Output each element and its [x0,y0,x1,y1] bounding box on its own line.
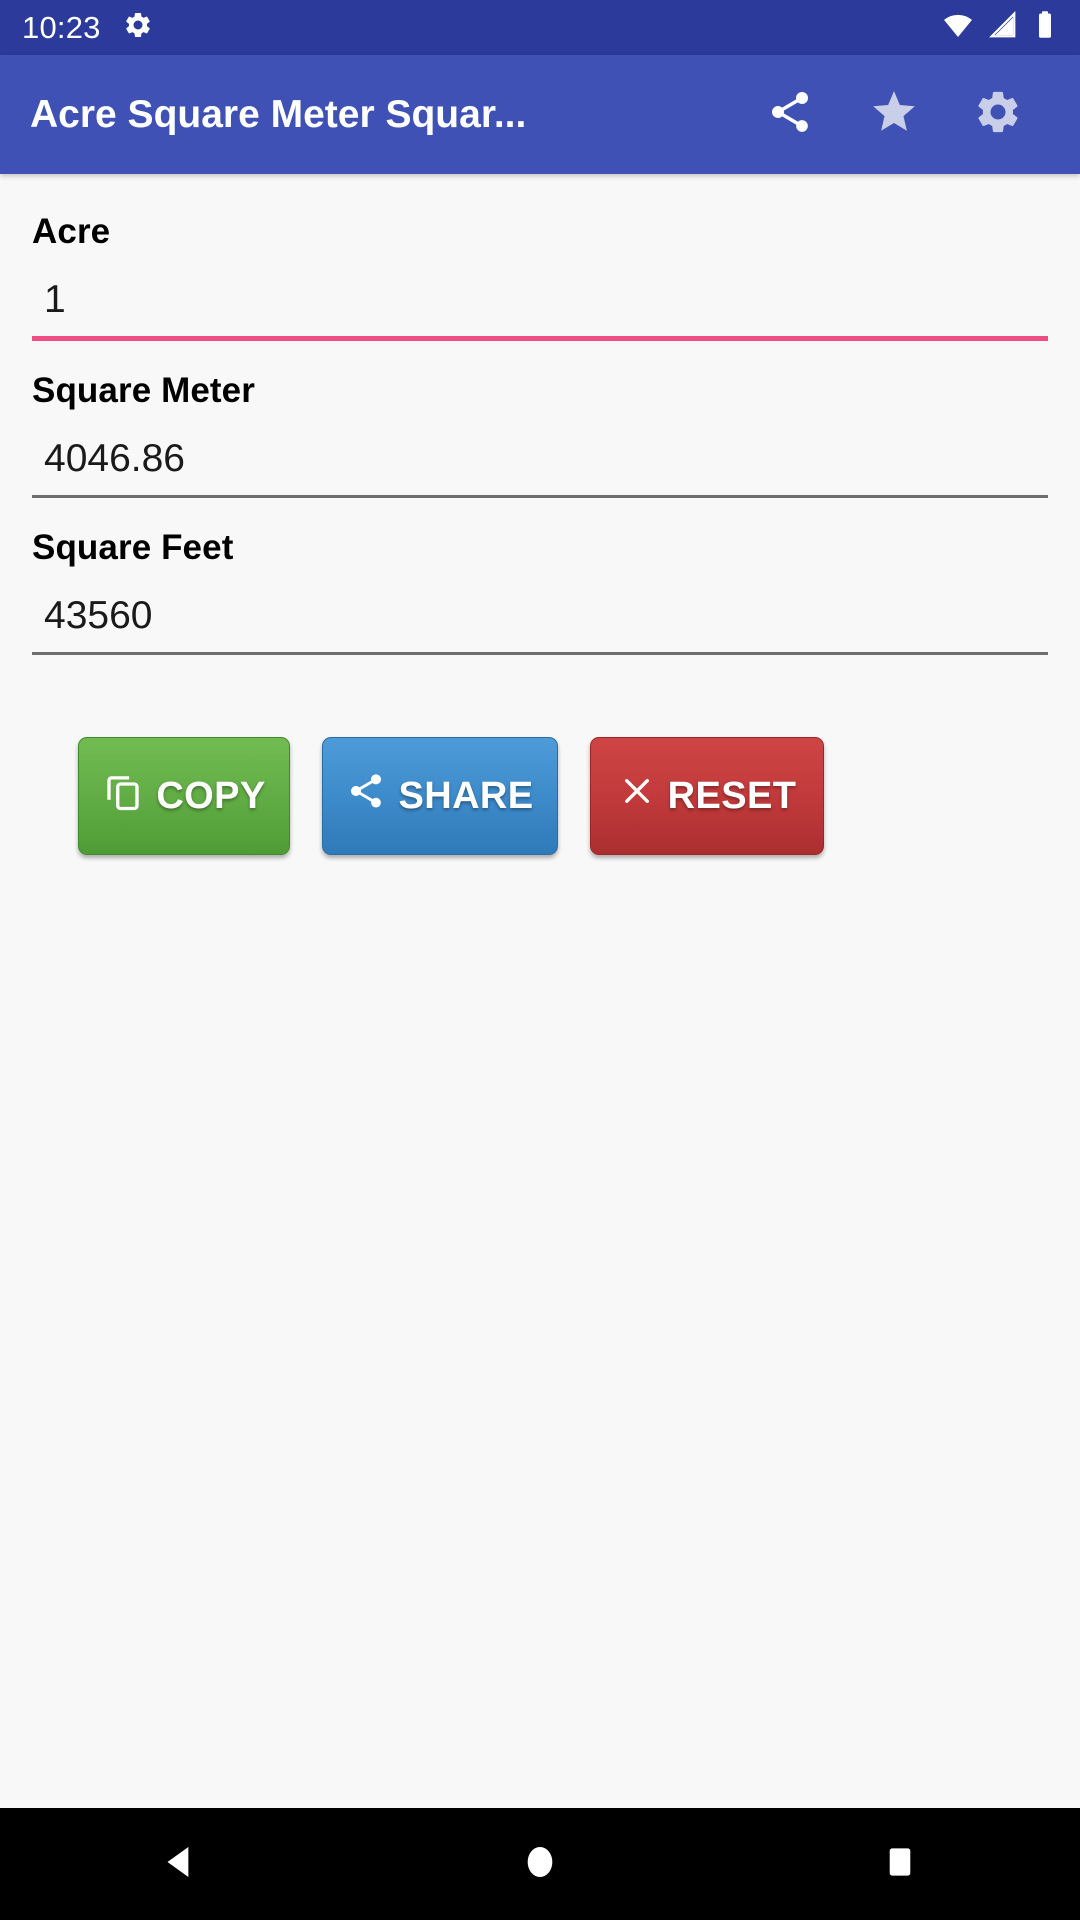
share-button-label: SHARE [398,774,534,817]
home-button[interactable] [465,1808,615,1920]
share-button-main[interactable]: SHARE [322,737,558,855]
action-button-row: COPY SHARE RESET [32,685,1048,855]
back-button[interactable] [105,1808,255,1920]
share-icon [766,88,814,141]
app-bar-actions [738,63,1050,167]
copy-button-label: COPY [156,774,266,817]
copy-button[interactable]: COPY [78,737,290,855]
app-screen: 10:23 Acre Square Meter Squar... Acre 1 … [0,0,1080,1920]
battery-icon [1032,10,1058,45]
field-acre: Acre [32,212,1048,341]
share-button[interactable] [738,63,842,167]
square-meter-input-underline [32,495,1048,498]
app-title: Acre Square Meter Squar... [30,92,527,136]
acre-input[interactable] [32,278,1048,336]
app-bar: Acre Square Meter Squar... [0,55,1080,174]
status-clock: 10:23 [22,9,101,45]
square-meter-input[interactable] [32,437,1048,495]
copy-icon [102,770,144,822]
field-label-square-feet: Square Feet [32,528,234,567]
status-notification-icons [123,10,153,45]
back-triangle-icon [160,1842,200,1887]
cellular-icon [988,10,1018,45]
acre-input-underline [32,336,1048,341]
field-label-acre: Acre [32,212,111,251]
favorite-button[interactable] [842,63,946,167]
square-feet-input-underline [32,652,1048,655]
recents-square-icon [881,1843,919,1886]
share-icon [346,771,386,821]
navigation-bar [0,1808,1080,1920]
converter-form: Acre Square Meter Square Feet [0,174,1080,855]
wifi-icon [942,9,974,46]
gear-icon [973,87,1023,142]
recents-button[interactable] [825,1808,975,1920]
status-system-icons [942,9,1058,46]
star-icon [869,87,919,142]
reset-button-label: RESET [667,774,797,817]
gear-icon [123,10,153,45]
square-feet-input[interactable] [32,594,1048,652]
field-square-feet: Square Feet [32,528,1048,655]
status-bar: 10:23 [0,0,1080,55]
home-circle-icon [520,1842,560,1887]
field-label-square-meter: Square Meter [32,371,255,410]
reset-button[interactable]: RESET [590,737,824,855]
close-icon [618,772,656,820]
field-square-meter: Square Meter [32,371,1048,498]
settings-button[interactable] [946,63,1050,167]
